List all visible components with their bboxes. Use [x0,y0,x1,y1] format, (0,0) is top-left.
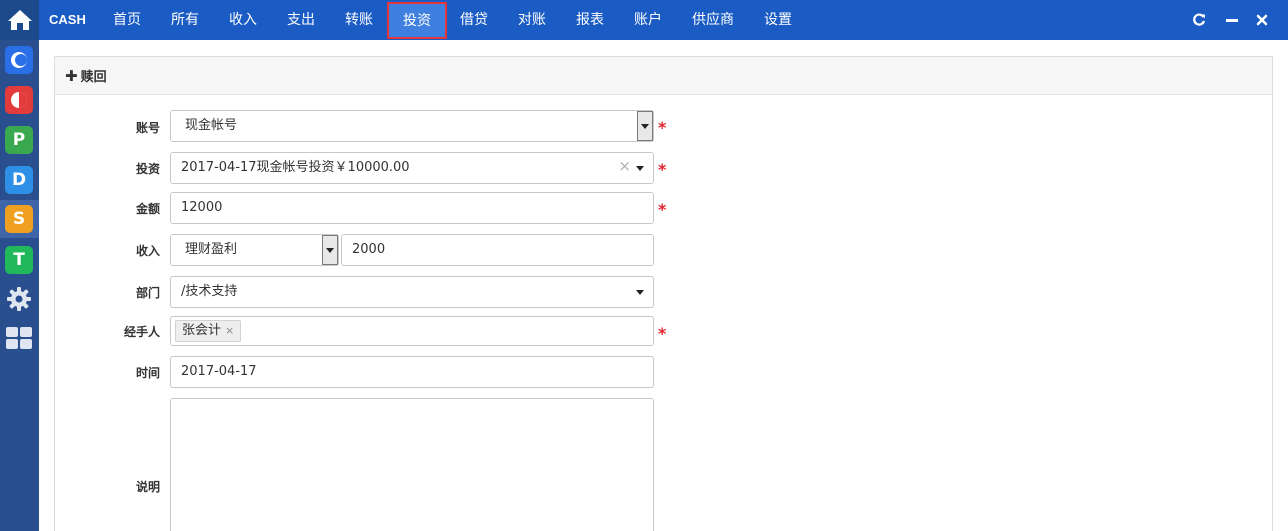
handler-tag: 张会计 × [175,320,242,342]
nav-expense[interactable]: 支出 [279,0,323,40]
nav-settings[interactable]: 设置 [756,0,800,40]
chevron-down-icon [641,123,649,129]
required-mark: * [658,324,667,343]
required-mark: * [658,118,667,137]
income-type-select[interactable]: 理财盈利 [170,234,339,266]
sidebar: P D S T [0,0,39,531]
nav-income[interactable]: 收入 [221,0,265,40]
clear-icon[interactable]: × [618,151,631,181]
home-icon[interactable] [0,0,39,40]
income-label: 收入 [135,244,160,258]
account-select-value: 现金帐号 [185,118,238,133]
investment-select-value: 2017-04-17现金帐号投资￥10000.00 [181,160,410,175]
nav-report[interactable]: 报表 [568,0,612,40]
nav-investment[interactable]: 投资 [387,2,447,39]
note-label: 说明 [135,480,160,494]
grid-icon[interactable] [5,324,33,352]
investment-label: 投资 [135,162,160,176]
required-mark: * [658,200,667,219]
c-icon [11,52,27,68]
nav-transfer[interactable]: 转账 [337,0,381,40]
close-icon[interactable] [1255,12,1269,28]
required-mark: * [658,160,667,179]
amount-input[interactable]: 12000 [170,192,654,224]
sidebar-app-t-icon[interactable]: T [5,246,33,274]
top-nav: CASH 首页 所有 收入 支出 转账 投资 借贷 对账 报表 账户 供应商 设… [39,0,1288,40]
investment-select[interactable]: 2017-04-17现金帐号投资￥10000.00 × [170,152,654,184]
nav-loan[interactable]: 借贷 [452,0,496,40]
account-dropdown-button[interactable] [637,111,653,141]
nav-supplier[interactable]: 供应商 [684,0,742,40]
date-input[interactable]: 2017-04-17 [170,356,654,388]
plus-icon: ✚ [65,66,78,85]
brand-logo: CASH [49,12,86,27]
chevron-down-icon [326,247,334,253]
note-textarea[interactable] [170,398,654,531]
department-select[interactable]: /技术支持 [170,276,654,308]
settings-gear-icon [7,287,31,311]
nav-all[interactable]: 所有 [163,0,207,40]
sidebar-app-o-icon[interactable] [5,86,33,114]
house-icon [7,10,32,30]
minimize-icon[interactable] [1225,12,1239,28]
sidebar-app-p-icon[interactable]: P [5,126,33,154]
handler-multiselect[interactable]: 张会计 × [170,316,654,346]
sidebar-app-c-icon[interactable] [5,46,33,74]
half-circle-icon [11,92,27,108]
date-label: 时间 [135,366,160,380]
tag-remove-icon[interactable]: × [225,324,234,337]
chevron-down-icon[interactable] [636,166,644,171]
refresh-svg [1193,13,1206,26]
nav-home[interactable]: 首页 [105,0,149,40]
panel-header: ✚ 赎回 [55,57,1272,95]
nav-reconcile[interactable]: 对账 [510,0,554,40]
income-amount-input[interactable]: 2000 [341,234,654,266]
handler-tag-label: 张会计 [182,323,222,338]
gear-icon[interactable] [5,285,33,313]
nav-account[interactable]: 账户 [626,0,670,40]
panel-title: 赎回 [80,70,107,85]
close-svg [1256,14,1268,26]
department-value: /技术支持 [181,284,238,299]
refresh-icon[interactable] [1192,12,1206,28]
account-select[interactable]: 现金帐号 [170,110,654,142]
minimize-svg [1226,19,1238,22]
chevron-down-icon[interactable] [636,290,644,295]
dashboard-grid-icon [6,327,32,349]
handler-label: 经手人 [123,325,160,339]
amount-label: 金额 [135,202,160,216]
department-label: 部门 [135,286,160,300]
sidebar-app-s-icon[interactable]: S [5,205,33,233]
income-type-dropdown-button[interactable] [322,235,338,265]
account-label: 账号 [135,121,160,135]
income-type-value: 理财盈利 [185,242,238,257]
sidebar-app-d-icon[interactable]: D [5,166,33,194]
